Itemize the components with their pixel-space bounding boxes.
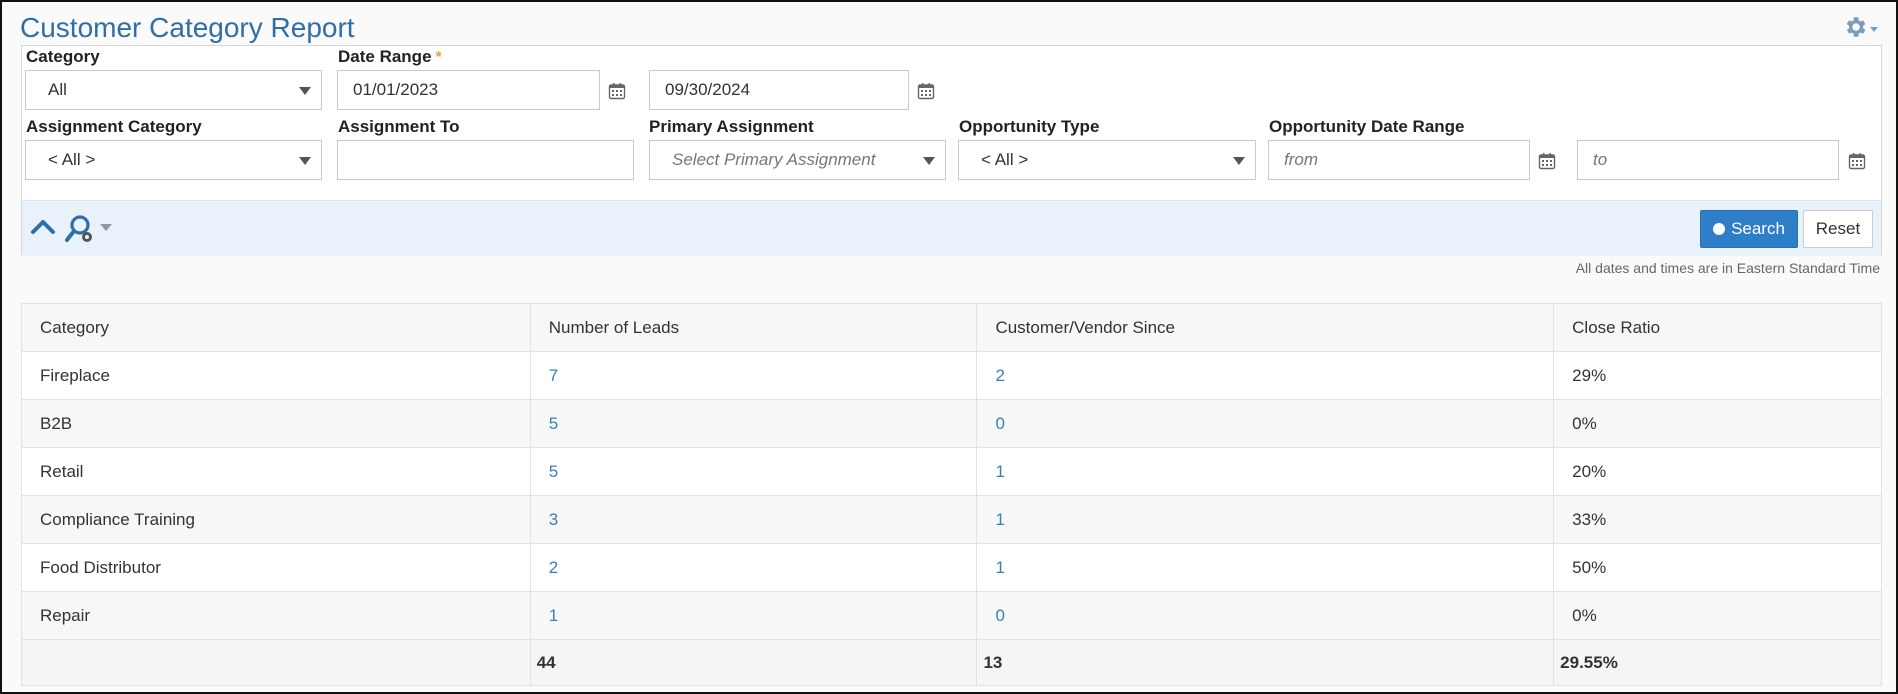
chevron-down-icon [100, 223, 112, 231]
category-label: Category [26, 47, 100, 66]
cell-category: B2B [21, 399, 531, 448]
column-header-category[interactable]: Category [21, 303, 531, 352]
cell-leads-link[interactable]: 2 [529, 543, 978, 592]
cell-ratio: 20% [1553, 447, 1882, 496]
date-range-end-value: 09/30/2024 [665, 80, 751, 99]
calendar-icon[interactable] [1848, 152, 1866, 170]
cell-since-link[interactable]: 0 [976, 591, 1555, 640]
cell-leads-link[interactable]: 1 [529, 591, 978, 640]
calendar-icon[interactable] [1538, 152, 1556, 170]
calendar-icon[interactable] [608, 82, 626, 100]
opportunity-date-to-placeholder: to [1593, 150, 1608, 169]
assignment-to-label: Assignment To [338, 117, 460, 136]
primary-assignment-placeholder: Select Primary Assignment [672, 150, 876, 169]
column-header-close-ratio[interactable]: Close Ratio [1553, 303, 1882, 352]
chevron-up-icon [31, 220, 55, 234]
column-header-number-of-leads[interactable]: Number of Leads [529, 303, 978, 352]
cell-since-link[interactable]: 0 [976, 399, 1555, 448]
primary-assignment-label: Primary Assignment [649, 117, 814, 136]
assignment-category-label: Assignment Category [26, 117, 202, 136]
opportunity-type-value: < All > [981, 150, 1029, 169]
date-range-start-input[interactable]: 01/01/2023 [337, 70, 600, 110]
cell-category: Food Distributor [21, 543, 531, 592]
assignment-to-input[interactable] [337, 140, 634, 180]
total-category [21, 639, 531, 686]
cell-category: Compliance Training [21, 495, 531, 544]
table-row: Fireplace 7 2 29% [21, 351, 1882, 400]
primary-assignment-select[interactable]: Select Primary Assignment [649, 140, 946, 180]
required-marker: * [435, 49, 442, 66]
cell-leads-link[interactable]: 3 [529, 495, 978, 544]
table-row: Retail 5 1 20% [21, 447, 1882, 496]
cell-leads-link[interactable]: 7 [529, 351, 978, 400]
search-button-label: Search [1731, 219, 1785, 238]
total-leads: 44 [529, 639, 978, 686]
chevron-down-icon [1870, 26, 1878, 32]
calendar-icon[interactable] [917, 82, 935, 100]
cell-category: Repair [21, 591, 531, 640]
date-range-label-text: Date Range [338, 47, 432, 66]
category-value: All [48, 80, 67, 99]
table-row: B2B 5 0 0% [21, 399, 1882, 448]
cell-leads-link[interactable]: 5 [529, 399, 978, 448]
opportunity-date-from-input[interactable]: from [1268, 140, 1530, 180]
table-header-row: Category Number of Leads Customer/Vendor… [21, 303, 1882, 352]
total-ratio: 29.55% [1553, 639, 1882, 686]
assignment-category-value: < All > [48, 150, 96, 169]
cell-category: Retail [21, 447, 531, 496]
table-row: Food Distributor 2 1 50% [21, 543, 1882, 592]
filter-toolbar: Search Reset [22, 200, 1881, 256]
report-table: Category Number of Leads Customer/Vendor… [21, 303, 1882, 686]
table-row: Repair 1 0 0% [21, 591, 1882, 640]
cell-ratio: 33% [1553, 495, 1882, 544]
cell-leads-link[interactable]: 5 [529, 447, 978, 496]
cell-since-link[interactable]: 1 [976, 543, 1555, 592]
opportunity-type-label: Opportunity Type [959, 117, 1100, 136]
collapse-filters-button[interactable] [30, 217, 56, 240]
cell-ratio: 0% [1553, 591, 1882, 640]
title-bar: Customer Category Report [20, 8, 1886, 46]
cell-since-link[interactable]: 1 [976, 495, 1555, 544]
reset-button[interactable]: Reset [1803, 210, 1873, 248]
opportunity-date-from-placeholder: from [1284, 150, 1318, 169]
opportunity-date-to-input[interactable]: to [1577, 140, 1839, 180]
cell-ratio: 29% [1553, 351, 1882, 400]
date-range-start-value: 01/01/2023 [353, 80, 439, 99]
cell-since-link[interactable]: 1 [976, 447, 1555, 496]
search-settings-icon [65, 215, 92, 242]
opportunity-type-select[interactable]: < All > [958, 140, 1256, 180]
cell-since-link[interactable]: 2 [976, 351, 1555, 400]
opportunity-date-range-label: Opportunity Date Range [1269, 117, 1465, 136]
totals-row: 44 13 29.55% [21, 639, 1882, 686]
date-range-label: Date Range * [338, 47, 442, 67]
timezone-note: All dates and times are in Eastern Stand… [1575, 260, 1880, 276]
cell-ratio: 0% [1553, 399, 1882, 448]
column-header-customer-vendor-since[interactable]: Customer/Vendor Since [976, 303, 1555, 352]
search-icon [1713, 223, 1726, 235]
settings-menu[interactable] [1842, 14, 1878, 40]
page-title: Customer Category Report [20, 12, 355, 43]
cell-ratio: 50% [1553, 543, 1882, 592]
gear-icon [1846, 17, 1866, 37]
assignment-category-select[interactable]: < All > [25, 140, 322, 180]
date-range-end-input[interactable]: 09/30/2024 [649, 70, 909, 110]
category-select[interactable]: All [25, 70, 322, 110]
filter-panel: Category All Date Range * 01/01/2023 09/3… [21, 45, 1882, 256]
cell-category: Fireplace [21, 351, 531, 400]
search-button[interactable]: Search [1700, 210, 1798, 248]
total-since: 13 [976, 639, 1555, 686]
saved-search-options-button[interactable] [64, 213, 112, 245]
table-row: Compliance Training 3 1 33% [21, 495, 1882, 544]
